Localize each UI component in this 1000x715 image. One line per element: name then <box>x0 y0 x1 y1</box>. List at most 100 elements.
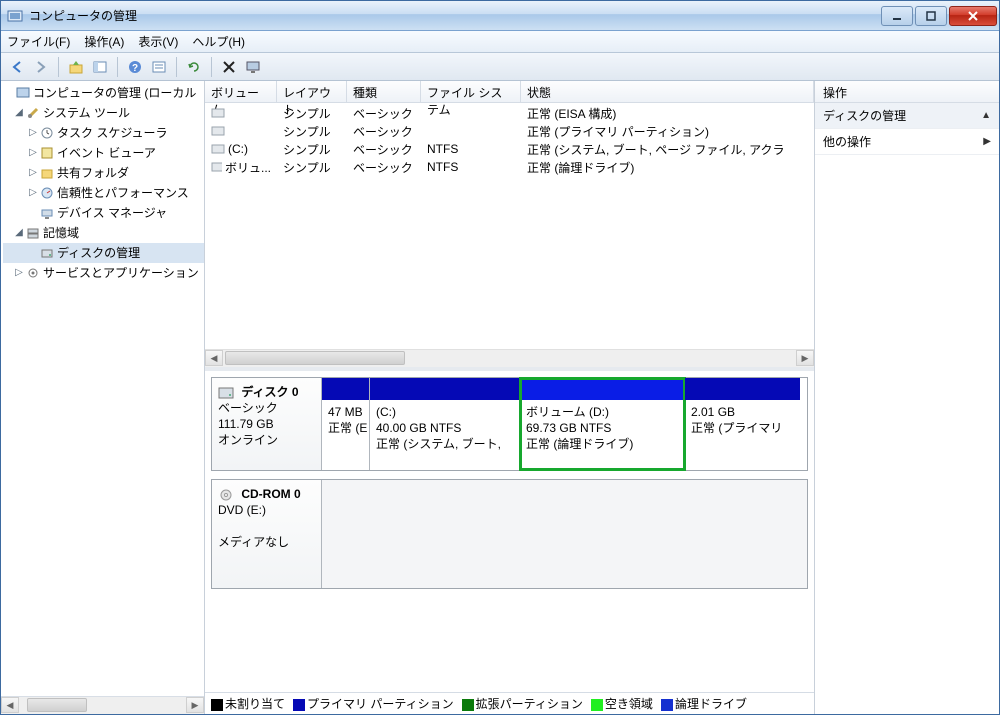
forward-button[interactable] <box>31 57 51 77</box>
disk-map: ディスク 0 ベーシック 111.79 GB オンライン 47 MB正常 (E (… <box>205 371 814 692</box>
scroll-thumb[interactable] <box>27 698 87 712</box>
toolbar-divider <box>58 57 59 77</box>
scroll-thumb[interactable] <box>225 351 405 365</box>
col-filesystem[interactable]: ファイル システム <box>421 81 521 102</box>
tree-label: コンピュータの管理 (ローカル <box>33 83 196 103</box>
x-icon <box>221 59 237 75</box>
partition-band <box>685 378 800 400</box>
tree-label: 共有フォルダ <box>57 163 129 183</box>
cell-status: 正常 (EISA 構成) <box>521 105 814 122</box>
scroll-right-button[interactable]: ▶ <box>796 350 814 366</box>
legend-unalloc: 未割り当て <box>211 695 285 712</box>
tree-label: 記憶域 <box>43 223 79 243</box>
expand-icon[interactable]: ▷ <box>13 263 25 283</box>
cell-status: 正常 (論理ドライブ) <box>521 159 814 176</box>
col-status[interactable]: 状態 <box>521 81 814 102</box>
col-type[interactable]: 種類 <box>347 81 421 102</box>
menu-file[interactable]: ファイル(F) <box>7 33 70 50</box>
tree-root[interactable]: コンピュータの管理 (ローカル <box>3 83 204 103</box>
volume-icon <box>211 162 222 172</box>
disk-state: オンライン <box>218 433 278 447</box>
scroll-track[interactable] <box>223 350 796 367</box>
tree-devmgr[interactable]: デバイス マネージャ <box>3 203 204 223</box>
disk-0-label[interactable]: ディスク 0 ベーシック 111.79 GB オンライン <box>212 378 322 470</box>
folder-up-icon <box>68 59 84 75</box>
tree-systools[interactable]: ◢ システム ツール <box>3 103 204 123</box>
disk-title: ディスク 0 <box>241 385 298 399</box>
storage-icon <box>25 225 41 241</box>
scroll-left-button[interactable]: ◀ <box>1 697 19 713</box>
tree-event[interactable]: ▷ イベント ビューア <box>3 143 204 163</box>
expand-icon[interactable]: ▷ <box>27 183 39 203</box>
expand-icon[interactable]: ▷ <box>27 163 39 183</box>
up-button[interactable] <box>66 57 86 77</box>
cell-layout: シンプル <box>277 159 347 176</box>
partition-title: (C:) <box>376 405 396 419</box>
back-button[interactable] <box>7 57 27 77</box>
refresh-button[interactable] <box>184 57 204 77</box>
partition[interactable]: ボリューム (D:)69.73 GB NTFS正常 (論理ドライブ) <box>520 378 685 470</box>
cdrom-label[interactable]: CD-ROM 0 DVD (E:) メディアなし <box>212 480 322 588</box>
toolbar-divider <box>211 57 212 77</box>
services-icon <box>25 265 41 281</box>
scroll-track[interactable] <box>19 697 186 714</box>
hdd-icon <box>218 387 234 399</box>
device-icon <box>39 205 55 221</box>
menu-view[interactable]: 表示(V) <box>138 33 178 50</box>
settings-button[interactable] <box>243 57 263 77</box>
volume-row[interactable]: シンプルベーシック正常 (プライマリ パーティション) <box>205 122 814 140</box>
partition[interactable]: 2.01 GB正常 (プライマリ <box>685 378 800 470</box>
volume-row[interactable]: (C:)シンプルベーシックNTFS正常 (システム, ブート, ページ ファイル… <box>205 140 814 158</box>
tree-storage[interactable]: ◢ 記憶域 <box>3 223 204 243</box>
maximize-button[interactable] <box>915 6 947 26</box>
tree-task[interactable]: ▷ タスク スケジューラ <box>3 123 204 143</box>
tree-hscrollbar[interactable]: ◀ ▶ <box>1 696 204 714</box>
nav-tree: コンピュータの管理 (ローカル ◢ システム ツール ▷ タスク スケジューラ … <box>1 81 205 714</box>
tree-diskmgmt[interactable]: ディスクの管理 <box>3 243 204 263</box>
tree-perf[interactable]: ▷ 信頼性とパフォーマンス <box>3 183 204 203</box>
cell-layout: シンプル <box>277 123 347 140</box>
tree-shared[interactable]: ▷ 共有フォルダ <box>3 163 204 183</box>
menu-action[interactable]: 操作(A) <box>84 33 124 50</box>
disk-type: ベーシック <box>218 401 278 415</box>
computer-mgmt-icon <box>15 85 31 101</box>
actions-other-label: 他の操作 <box>823 133 871 150</box>
expand-icon[interactable]: ▷ <box>27 123 39 143</box>
partition-band <box>520 378 684 400</box>
menu-help[interactable]: ヘルプ(H) <box>192 33 245 50</box>
scroll-right-button[interactable]: ▶ <box>186 697 204 713</box>
center-pane: ボリューム レイアウト 種類 ファイル システム 状態 シンプルベーシック正常 … <box>205 81 815 714</box>
minimize-button[interactable] <box>881 6 913 26</box>
folder-icon <box>39 165 55 181</box>
scroll-left-button[interactable]: ◀ <box>205 350 223 366</box>
legend-extended: 拡張パーティション <box>462 695 583 712</box>
tree-label: ディスクの管理 <box>57 243 140 263</box>
tree-services[interactable]: ▷ サービスとアプリケーション <box>3 263 204 283</box>
volume-row[interactable]: ボリュ...シンプルベーシックNTFS正常 (論理ドライブ) <box>205 158 814 176</box>
actions-diskmgmt[interactable]: ディスクの管理 ▲ <box>815 103 999 129</box>
actions-other[interactable]: 他の操作 ▶ <box>815 129 999 155</box>
disk-0-partitions: 47 MB正常 (E(C:)40.00 GB NTFS正常 (システム, ブート… <box>322 378 807 470</box>
cell-type: ベーシック <box>347 159 421 176</box>
help-button[interactable]: ? <box>125 57 145 77</box>
expand-icon[interactable]: ▷ <box>27 143 39 163</box>
col-layout[interactable]: レイアウト <box>277 81 347 102</box>
partition-status: 正常 (プライマリ <box>691 421 782 435</box>
col-volume[interactable]: ボリューム <box>205 81 277 102</box>
volume-row[interactable]: シンプルベーシック正常 (EISA 構成) <box>205 104 814 122</box>
arrow-left-icon <box>9 59 25 75</box>
collapse-icon[interactable]: ◢ <box>13 103 25 123</box>
volume-hscrollbar[interactable]: ◀ ▶ <box>205 349 814 367</box>
volume-icon <box>211 108 225 118</box>
partition[interactable]: 47 MB正常 (E <box>322 378 370 470</box>
delete-button[interactable] <box>219 57 239 77</box>
partition-size: 40.00 GB NTFS <box>376 421 461 435</box>
partition[interactable]: (C:)40.00 GB NTFS正常 (システム, ブート, <box>370 378 520 470</box>
collapse-icon[interactable]: ◢ <box>13 223 25 243</box>
properties-button[interactable] <box>149 57 169 77</box>
show-hide-button[interactable] <box>90 57 110 77</box>
cell-filesystem: NTFS <box>421 160 521 174</box>
disk-size: 111.79 GB <box>218 417 274 431</box>
close-button[interactable] <box>949 6 997 26</box>
cdrom-empty: メディアなし <box>218 535 289 549</box>
